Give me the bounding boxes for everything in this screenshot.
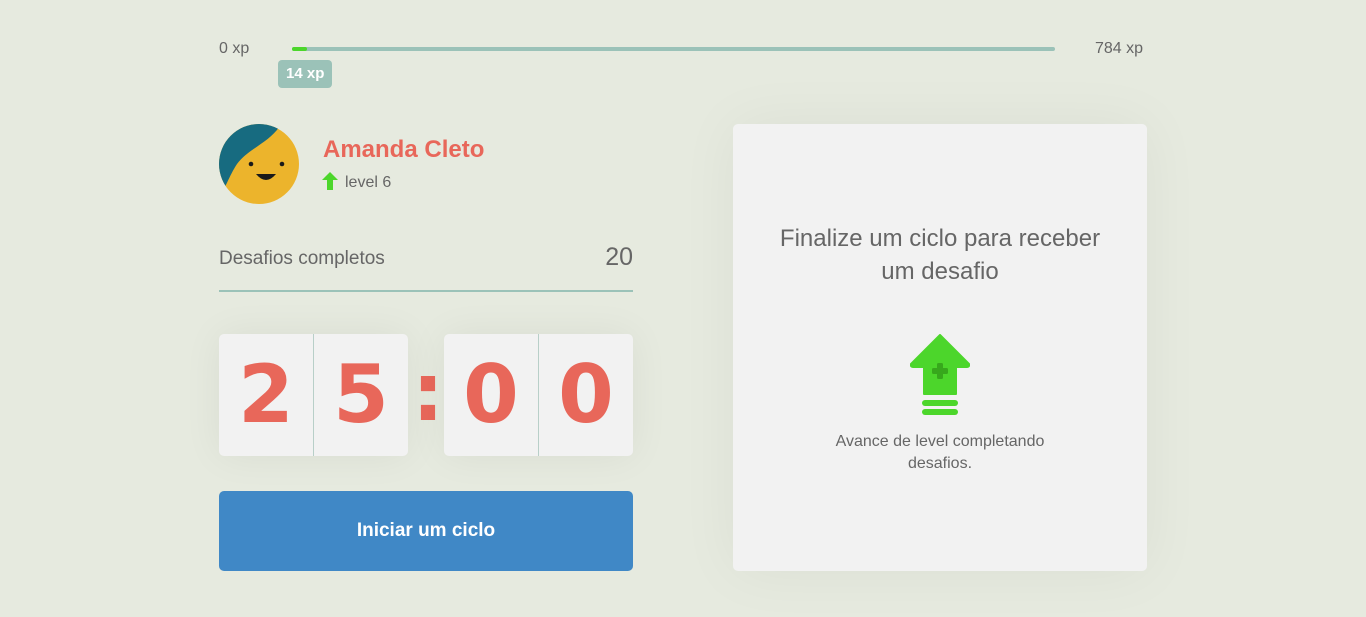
arrow-up-icon bbox=[322, 172, 338, 195]
profile-name: Amanda Cleto bbox=[323, 136, 485, 163]
xp-progress-fill bbox=[292, 47, 308, 51]
app-page: 0 xp 784 xp 14 xp Amanda Cleto level 6 D… bbox=[0, 0, 1366, 617]
challenge-box: Finalize um ciclo para receber um desafi… bbox=[733, 124, 1147, 571]
completed-challenges-label: Desafios completos bbox=[219, 248, 385, 269]
completed-challenges-count: 20 bbox=[605, 243, 633, 271]
completed-challenges: Desafios completos 20 bbox=[219, 240, 633, 292]
countdown-separator: : bbox=[412, 346, 444, 439]
level-label: level 6 bbox=[345, 174, 392, 191]
xp-min-label: 0 xp bbox=[219, 40, 250, 57]
minute-tens-digit: 2 bbox=[219, 334, 314, 456]
challenge-box-title: Finalize um ciclo para receber um desafi… bbox=[779, 225, 1101, 285]
countdown-seconds: 0 0 bbox=[444, 334, 633, 456]
second-ones-digit: 0 bbox=[558, 348, 614, 441]
xp-current-badge: 14 xp bbox=[278, 60, 333, 88]
smiley-avatar-icon bbox=[219, 124, 299, 204]
minute-ones-digit: 5 bbox=[333, 348, 389, 441]
second-tens-digit: 0 bbox=[444, 334, 539, 456]
xp-progress-bar bbox=[292, 47, 1055, 51]
start-cycle-button[interactable]: Iniciar um ciclo bbox=[219, 491, 633, 571]
countdown-minutes: 2 5 bbox=[219, 334, 408, 456]
challenge-box-hint: Avance de level completando desafios. bbox=[835, 433, 1045, 472]
xp-max-label: 784 xp bbox=[1095, 40, 1144, 57]
level-up-icon bbox=[909, 334, 971, 421]
